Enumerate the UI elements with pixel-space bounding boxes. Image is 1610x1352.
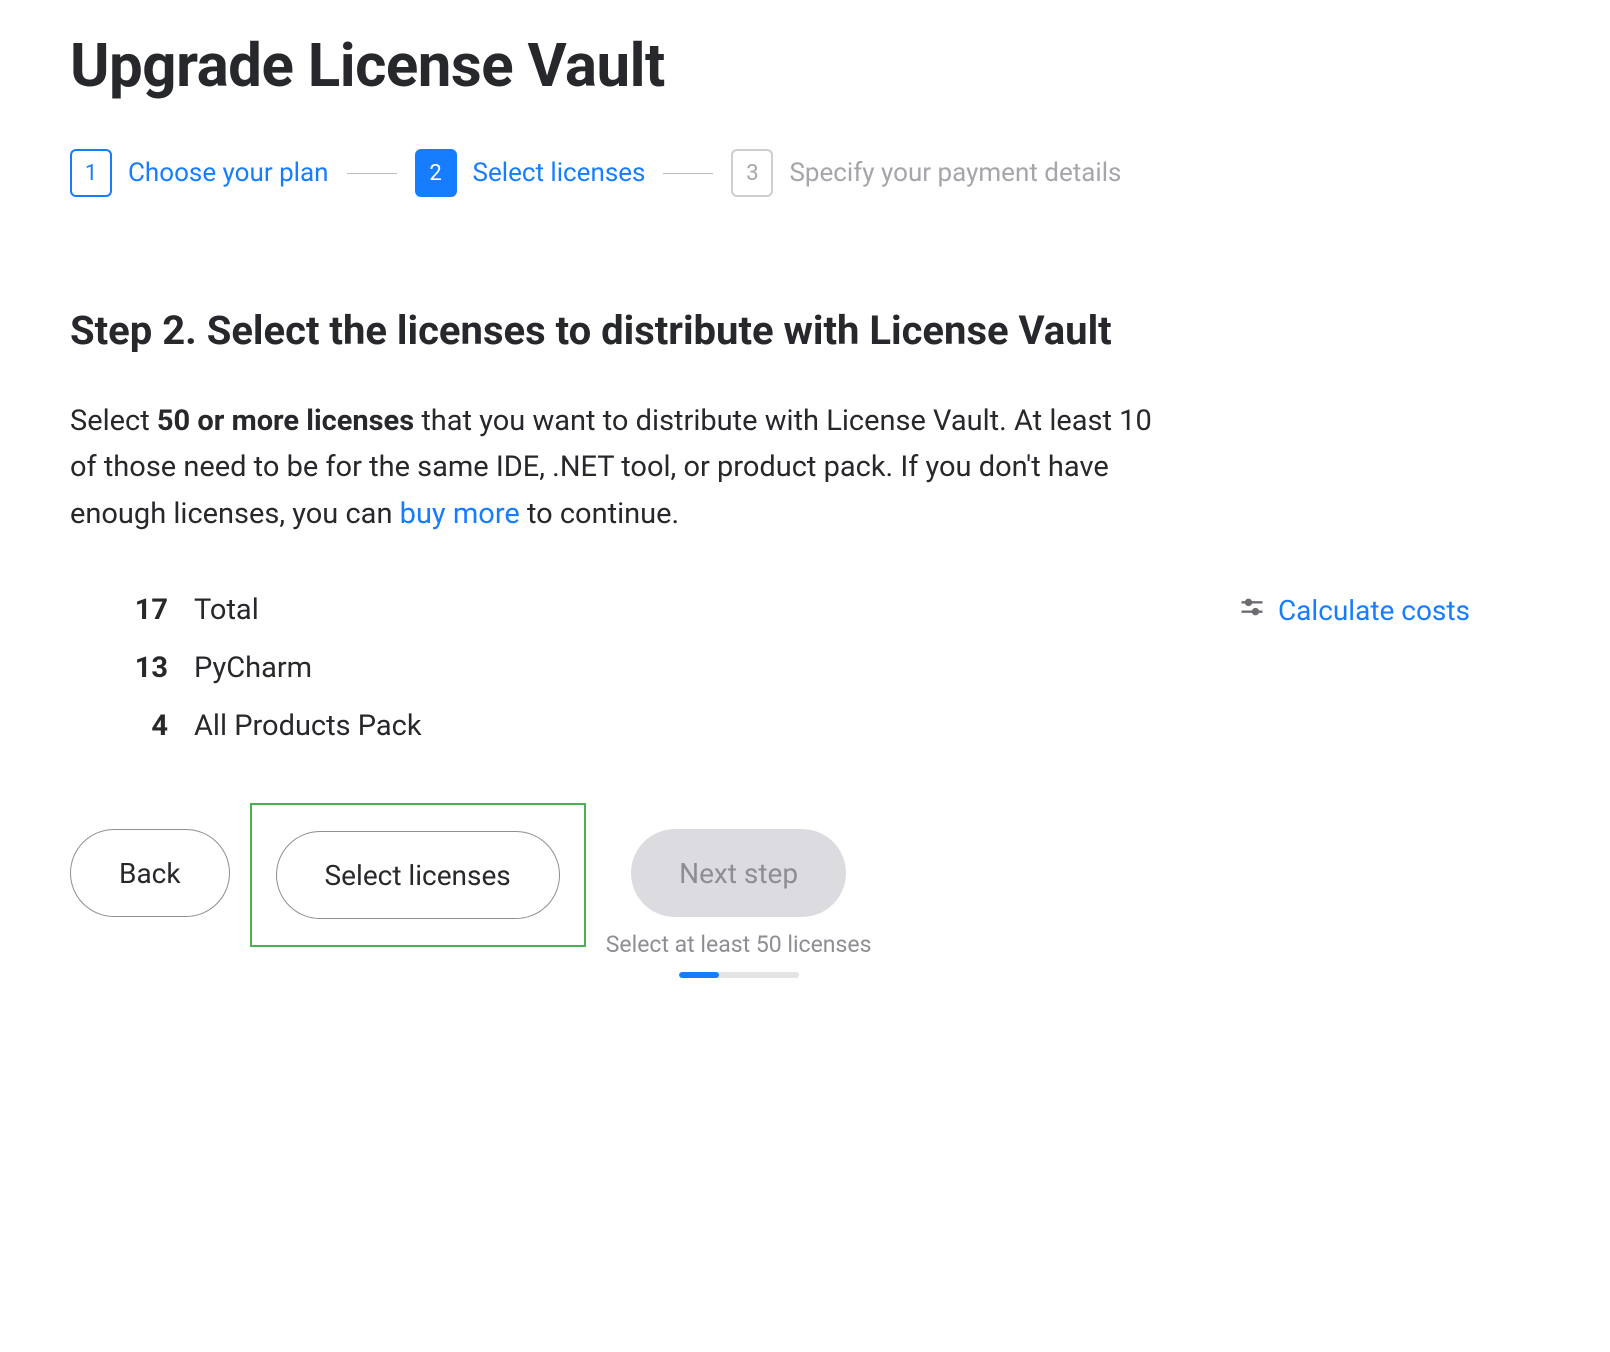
license-counts: 17 Total 13 PyCharm 4 All Products Pack xyxy=(118,593,422,743)
license-item-label: PyCharm xyxy=(194,651,312,685)
desc-pre: Select xyxy=(70,404,157,438)
license-item-row: 13 PyCharm xyxy=(118,651,422,685)
license-item-num: 13 xyxy=(118,651,168,685)
stepper-step-2-label: Select licenses xyxy=(473,158,646,188)
stepper-step-2-num: 2 xyxy=(415,149,457,197)
stepper-step-1[interactable]: 1 Choose your plan xyxy=(70,149,329,197)
desc-bold: 50 or more licenses xyxy=(157,404,414,438)
next-step-button: Next step xyxy=(631,829,846,917)
button-row: Back Select licenses Next step Select at… xyxy=(70,803,1540,978)
license-item-num: 4 xyxy=(118,709,168,743)
back-button[interactable]: Back xyxy=(70,829,230,917)
license-total-label: Total xyxy=(194,593,259,627)
stepper: 1 Choose your plan 2 Select licenses 3 S… xyxy=(70,149,1540,197)
calculate-costs-label: Calculate costs xyxy=(1278,594,1470,627)
step-description: Select 50 or more licenses that you want… xyxy=(70,398,1160,537)
stepper-step-1-label: Choose your plan xyxy=(128,158,329,188)
select-licenses-highlight: Select licenses xyxy=(250,803,586,947)
license-total-row: 17 Total xyxy=(118,593,422,627)
step-heading: Step 2. Select the licenses to distribut… xyxy=(70,307,1540,354)
buy-more-link[interactable]: buy more xyxy=(400,497,520,531)
stepper-connector xyxy=(663,173,713,174)
sliders-icon xyxy=(1238,593,1266,628)
stepper-connector xyxy=(347,173,397,174)
calculate-costs-link[interactable]: Calculate costs xyxy=(1238,593,1470,628)
license-item-label: All Products Pack xyxy=(194,709,422,743)
progress-fill xyxy=(679,972,720,978)
stepper-step-1-num: 1 xyxy=(70,149,112,197)
select-licenses-button[interactable]: Select licenses xyxy=(276,831,560,919)
stepper-step-3-num: 3 xyxy=(731,149,773,197)
license-item-row: 4 All Products Pack xyxy=(118,709,422,743)
stepper-step-3: 3 Specify your payment details xyxy=(731,149,1121,197)
license-total-num: 17 xyxy=(118,593,168,627)
page-title: Upgrade License Vault xyxy=(70,30,1540,101)
desc-post: to continue. xyxy=(520,497,679,531)
stepper-step-2[interactable]: 2 Select licenses xyxy=(415,149,646,197)
stepper-step-3-label: Specify your payment details xyxy=(789,158,1121,188)
min-licenses-hint: Select at least 50 licenses xyxy=(606,931,872,958)
progress-bar xyxy=(679,972,799,978)
